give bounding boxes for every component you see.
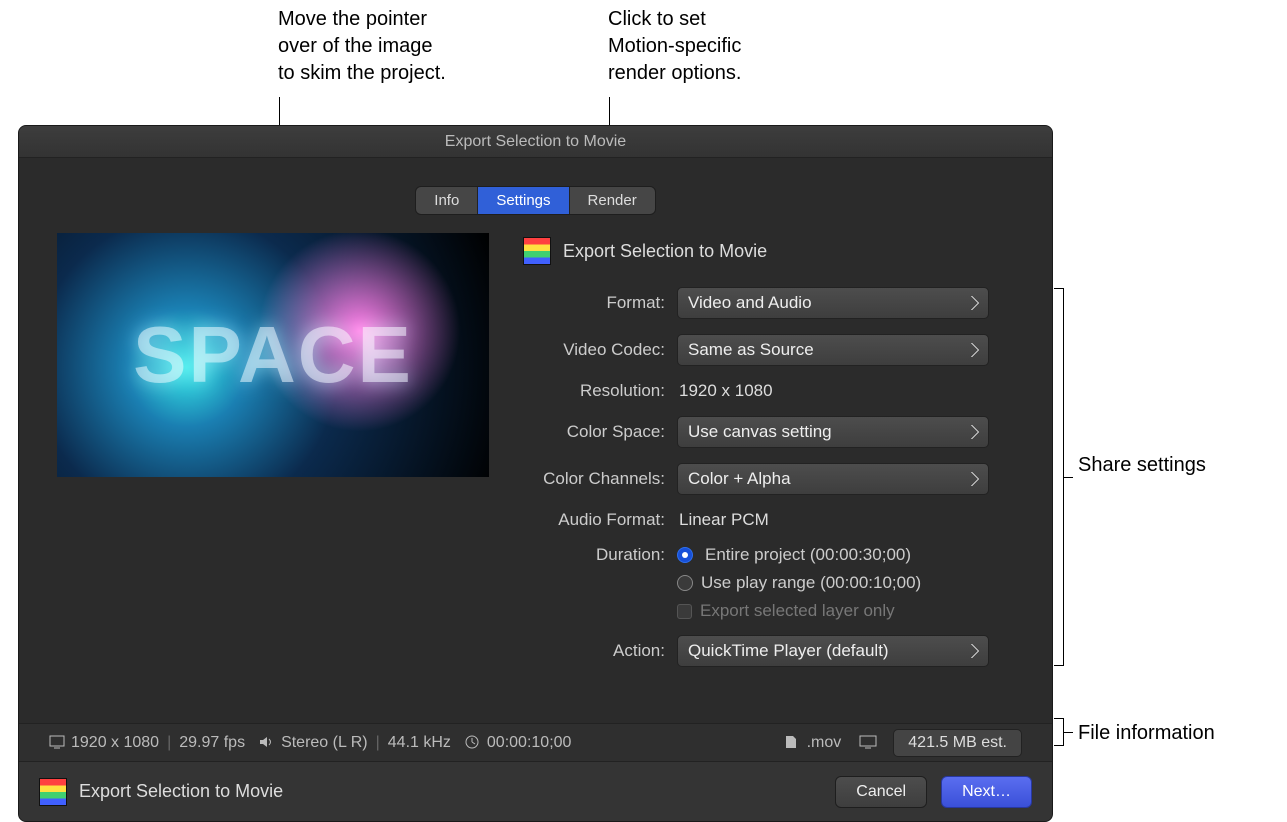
tab-render[interactable]: Render (569, 187, 655, 214)
tab-info[interactable]: Info (416, 187, 477, 214)
status-sample-rate: 44.1 kHz (388, 734, 451, 752)
radio-play-range[interactable] (677, 575, 693, 591)
colorspace-select[interactable]: Use canvas setting (677, 416, 989, 448)
bracket-fileinfo (1054, 718, 1064, 746)
checkbox-export-layer[interactable] (677, 604, 692, 619)
codec-label: Video Codec: (523, 340, 665, 360)
preview-skimmer[interactable]: SPACE (57, 233, 489, 477)
radio-range-label: Use play range (00:00:10;00) (701, 573, 921, 593)
dimensions-icon (49, 735, 65, 751)
codec-select[interactable]: Same as Source (677, 334, 989, 366)
checkbox-export-layer-label: Export selected layer only (700, 601, 895, 621)
callout-render: Click to set Motion-specific render opti… (608, 6, 741, 87)
format-select[interactable]: Video and Audio (677, 287, 989, 319)
colorspace-label: Color Space: (523, 422, 665, 442)
status-audio: Stereo (L R) (281, 734, 368, 752)
audiofmt-value: Linear PCM (677, 510, 769, 530)
app-icon (523, 237, 551, 265)
status-dimensions: 1920 x 1080 (71, 734, 159, 752)
footer-title: Export Selection to Movie (79, 781, 283, 802)
preview-image-text: SPACE (133, 309, 413, 401)
duration-label: Duration: (523, 545, 665, 565)
callout-file-info: File information (1078, 720, 1215, 747)
file-icon (785, 735, 801, 751)
form-header: Export Selection to Movie (563, 241, 767, 262)
status-extension: .mov (807, 734, 842, 752)
export-dialog: Export Selection to Movie Info Settings … (18, 125, 1053, 822)
footer: Export Selection to Movie Cancel Next… (19, 761, 1052, 821)
status-duration: 00:00:10;00 (487, 734, 572, 752)
display-icon (859, 735, 875, 751)
bracket-settings (1054, 288, 1064, 666)
status-filesize: 421.5 MB est. (893, 729, 1022, 757)
resolution-label: Resolution: (523, 381, 665, 401)
callout-skim: Move the pointer over of the image to sk… (278, 6, 446, 87)
channels-select[interactable]: Color + Alpha (677, 463, 989, 495)
tab-settings[interactable]: Settings (477, 187, 568, 214)
callout-share-settings: Share settings (1078, 452, 1206, 479)
cancel-button[interactable]: Cancel (835, 776, 927, 808)
settings-form: Export Selection to Movie Format: Video … (523, 233, 1014, 682)
radio-entire-project[interactable] (677, 547, 693, 563)
next-button[interactable]: Next… (941, 776, 1032, 808)
radio-entire-label: Entire project (00:00:30;00) (705, 545, 911, 565)
tab-bar: Info Settings Render (19, 158, 1052, 215)
channels-label: Color Channels: (523, 469, 665, 489)
clock-icon (465, 735, 481, 751)
action-label: Action: (523, 641, 665, 661)
speaker-icon (259, 735, 275, 751)
status-fps: 29.97 fps (179, 734, 245, 752)
format-label: Format: (523, 293, 665, 313)
action-select[interactable]: QuickTime Player (default) (677, 635, 989, 667)
footer-app-icon (39, 778, 67, 806)
window-title: Export Selection to Movie (19, 126, 1052, 158)
resolution-value: 1920 x 1080 (677, 381, 773, 401)
status-bar: 1920 x 1080 | 29.97 fps Stereo (L R) | 4… (19, 723, 1052, 761)
audiofmt-label: Audio Format: (523, 510, 665, 530)
